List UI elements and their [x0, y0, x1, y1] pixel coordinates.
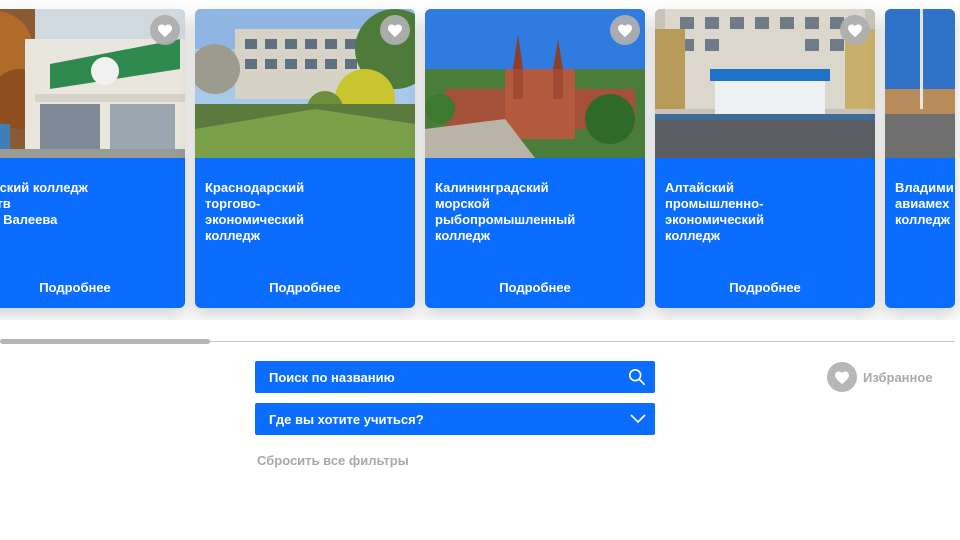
- card-body: Байский колледж усств К.А. Валеева Подро…: [0, 158, 185, 308]
- chevron-down-icon[interactable]: [630, 412, 646, 426]
- card-body: Владими авиамех колледж: [885, 158, 955, 308]
- search-icon[interactable]: [628, 368, 646, 386]
- search-input[interactable]: Поиск по названию: [255, 361, 655, 393]
- favorites-button[interactable]: [827, 362, 857, 392]
- college-name: Краснодарский торгово- экономический кол…: [205, 180, 305, 243]
- college-card[interactable]: Калининградский морской рыбопромышленный…: [425, 9, 645, 308]
- region-select[interactable]: Где вы хотите учиться?: [255, 403, 655, 435]
- favorite-toggle-button[interactable]: [840, 15, 870, 45]
- college-name: Алтайский промышленно- экономический кол…: [665, 180, 765, 243]
- reset-filters-link[interactable]: Сбросить все фильтры: [257, 453, 409, 468]
- carousel-scroll-thumb[interactable]: [0, 339, 210, 344]
- region-select-label: Где вы хотите учиться?: [269, 412, 424, 427]
- card-body: Алтайский промышленно- экономический кол…: [655, 158, 875, 308]
- more-link[interactable]: Подробнее: [655, 280, 875, 295]
- college-card[interactable]: Краснодарский торгово- экономический кол…: [195, 9, 415, 308]
- search-placeholder: Поиск по названию: [269, 370, 395, 385]
- more-link[interactable]: Подробнее: [0, 280, 185, 295]
- heart-icon: [835, 371, 849, 384]
- heart-icon: [388, 24, 402, 37]
- favorite-toggle-button[interactable]: [610, 15, 640, 45]
- college-name: Байский колледж усств К.А. Валеева: [0, 180, 88, 227]
- favorite-toggle-button[interactable]: [150, 15, 180, 45]
- college-photo: [885, 9, 955, 158]
- card-body: Калининградский морской рыбопромышленный…: [425, 158, 645, 308]
- heart-icon: [848, 24, 862, 37]
- college-name: Калининградский морской рыбопромышленный…: [435, 180, 576, 243]
- more-link[interactable]: Подробнее: [195, 280, 415, 295]
- college-card[interactable]: Байский колледж усств К.А. Валеева Подро…: [0, 9, 185, 308]
- favorites-label: Избранное: [863, 369, 933, 385]
- college-name: Владими авиамех колледж: [895, 180, 954, 227]
- favorites-link[interactable]: Избранное: [827, 362, 933, 392]
- college-carousel[interactable]: Байский колледж усств К.А. Валеева Подро…: [0, 0, 960, 320]
- heart-icon: [158, 24, 172, 37]
- favorite-toggle-button[interactable]: [380, 15, 410, 45]
- more-link[interactable]: Подробнее: [425, 280, 645, 295]
- college-card[interactable]: Владими авиамех колледж: [885, 9, 955, 308]
- college-card[interactable]: Алтайский промышленно- экономический кол…: [655, 9, 875, 308]
- heart-icon: [618, 24, 632, 37]
- card-body: Краснодарский торгово- экономический кол…: [195, 158, 415, 308]
